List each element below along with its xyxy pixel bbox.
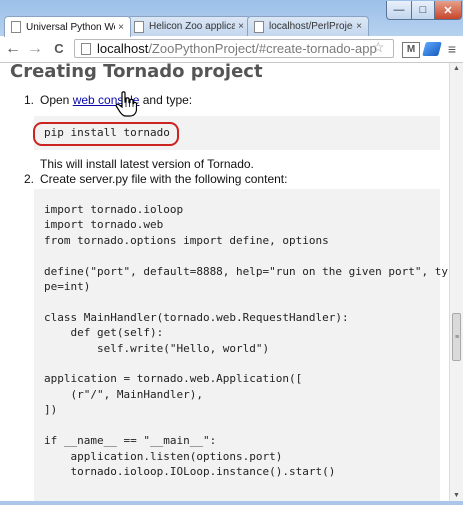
tab-close-icon[interactable]: × <box>235 21 247 32</box>
url-path: /ZooPythonProject/#create-tornado-app <box>148 41 377 56</box>
chrome-menu-icon[interactable]: ≡ <box>444 42 460 56</box>
step1-suffix: and type: <box>139 93 193 107</box>
tab-label: Universal Python We <box>26 21 115 33</box>
server-code: import tornado.ioloop import tornado.web… <box>44 203 448 478</box>
tab-label: localhost/PerlProject <box>269 21 353 32</box>
tab-perl-project[interactable]: localhost/PerlProject × <box>247 16 369 36</box>
step2-text: Create server.py file with the following… <box>40 172 288 186</box>
tab-strip: Universal Python We × Helicon Zoo applic… <box>0 16 463 37</box>
bookmark-star-icon[interactable]: ☆ <box>372 39 385 56</box>
hand-cursor-icon <box>115 91 137 117</box>
scroll-up-icon[interactable]: ▲ <box>452 65 461 72</box>
tab-close-icon[interactable]: × <box>115 22 127 33</box>
vertical-scrollbar[interactable]: ▲ ≡ ▼ <box>449 63 463 501</box>
extension-icon[interactable] <box>422 42 442 56</box>
tab-label: Helicon Zoo applicat <box>149 21 235 32</box>
page-icon <box>134 20 144 33</box>
tab-universal-python[interactable]: Universal Python We × <box>4 16 131 37</box>
page-icon <box>11 21 21 33</box>
back-button[interactable]: ← <box>4 39 22 59</box>
page-viewport: Creating Tornado project 1. Open web con… <box>0 63 449 501</box>
page-icon <box>81 42 91 55</box>
browser-toolbar: ← → C localhost /ZooPythonProject/#creat… <box>0 36 463 63</box>
gmail-extension-icon[interactable]: M <box>402 42 420 58</box>
step-number: 1. <box>24 93 35 107</box>
step-number: 2. <box>24 172 35 186</box>
reload-button[interactable]: C <box>50 39 68 59</box>
window-bottom-border <box>0 501 463 505</box>
forward-button[interactable]: → <box>26 39 44 59</box>
highlight-ring <box>33 122 179 146</box>
scroll-thumb[interactable]: ≡ <box>452 313 461 361</box>
scroll-down-icon[interactable]: ▼ <box>452 492 461 499</box>
page-icon <box>254 20 264 33</box>
step1-note: This will install latest version of Torn… <box>40 157 254 171</box>
server-code-block: import tornado.ioloop import tornado.web… <box>34 189 448 501</box>
url-host: localhost <box>97 41 149 56</box>
grip-icon: ≡ <box>455 334 460 341</box>
page-title: Creating Tornado project <box>10 63 263 82</box>
tab-helicon-zoo[interactable]: Helicon Zoo applicat × <box>127 16 251 36</box>
address-bar[interactable]: localhost /ZooPythonProject/#create-torn… <box>74 39 394 58</box>
step1-prefix: Open <box>40 93 73 107</box>
tab-close-icon[interactable]: × <box>353 21 365 32</box>
